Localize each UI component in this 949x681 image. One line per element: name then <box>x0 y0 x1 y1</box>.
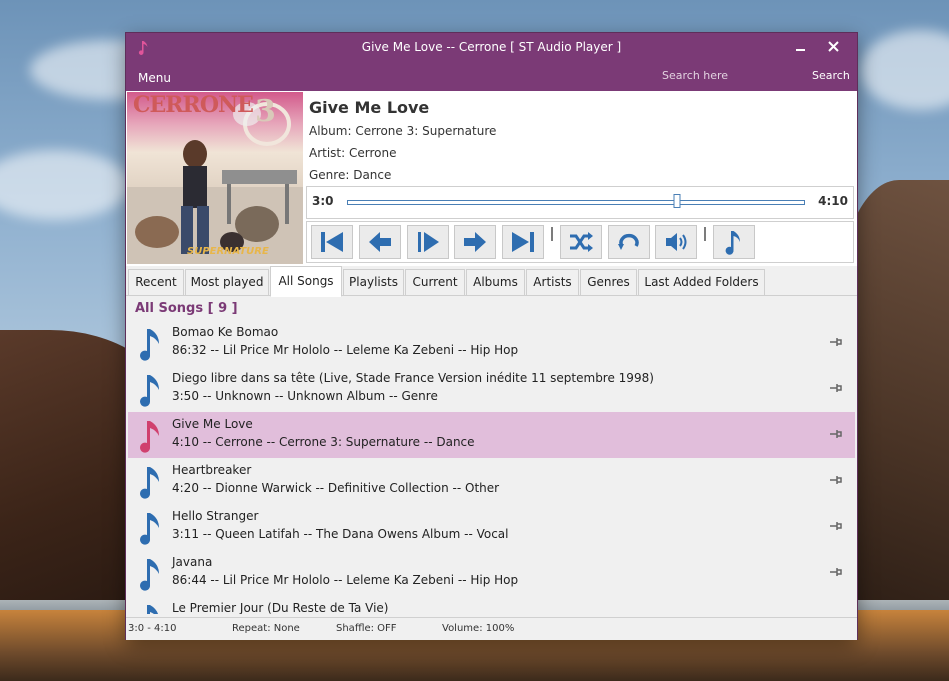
seek-bar[interactable] <box>347 200 805 205</box>
music-note-icon <box>725 231 740 255</box>
shuffle-icon <box>570 232 593 252</box>
tab-bar: Recent Most played All Songs Playlists C… <box>126 266 857 297</box>
tab-last-added-folders[interactable]: Last Added Folders <box>638 269 765 296</box>
pin-icon[interactable] <box>829 335 843 349</box>
repeat-button[interactable] <box>608 225 650 259</box>
arrow-left-icon <box>369 232 391 252</box>
music-note-icon <box>140 467 159 499</box>
elapsed-time: 3:0 <box>312 194 334 208</box>
status-position: 3:0 - 4:10 <box>128 623 177 634</box>
song-row[interactable]: Heartbreaker 4:20 -- Dionne Warwick -- De… <box>128 458 855 504</box>
album-art-number: 3 <box>255 94 276 129</box>
song-title: Heartbreaker <box>172 463 252 477</box>
pin-icon[interactable] <box>829 473 843 487</box>
menu-button[interactable]: Menu <box>138 71 171 85</box>
player-window: Give Me Love -- Cerrone [ ST Audio Playe… <box>126 33 857 640</box>
song-row[interactable]: Bomao Ke Bomao 86:32 -- Lil Price Mr Holo… <box>128 320 855 366</box>
song-row[interactable]: Javana 86:44 -- Lil Price Mr Hololo -- Le… <box>128 550 855 596</box>
song-title: Give Me Love <box>309 98 430 117</box>
tab-recent[interactable]: Recent <box>128 269 184 296</box>
song-list[interactable]: Bomao Ke Bomao 86:32 -- Lil Price Mr Holo… <box>128 320 855 614</box>
song-title: Give Me Love <box>172 417 253 431</box>
song-title: Bomao Ke Bomao <box>172 325 279 339</box>
music-note-icon <box>147 605 158 614</box>
song-title: Hello Stranger <box>172 509 259 523</box>
song-details: 3:50 -- Unknown -- Unknown Album -- Genr… <box>172 389 438 403</box>
separator <box>551 227 553 241</box>
search-button[interactable]: Search <box>812 69 850 82</box>
status-bar: 3:0 - 4:10 Repeat: None Shaffle: OFF Vol… <box>126 617 857 640</box>
pin-icon[interactable] <box>829 427 843 441</box>
music-note-icon <box>140 375 159 407</box>
music-note-icon <box>140 421 159 453</box>
window-title: Give Me Love -- Cerrone [ ST Audio Playe… <box>361 40 622 54</box>
speaker-icon <box>666 233 687 251</box>
song-title: Diego libre dans sa tête (Live, Stade Fr… <box>172 371 654 385</box>
song-row[interactable]: Hello Stranger 3:11 -- Queen Latifah -- T… <box>128 504 855 550</box>
shuffle-button[interactable] <box>560 225 602 259</box>
tab-albums[interactable]: Albums <box>466 269 525 296</box>
play-button[interactable] <box>407 225 449 259</box>
pin-icon[interactable] <box>829 565 843 579</box>
tab-playlists[interactable]: Playlists <box>343 269 404 296</box>
song-details: 4:20 -- Dionne Warwick -- Definitive Col… <box>172 481 500 495</box>
cloud <box>860 30 949 110</box>
tab-current[interactable]: Current <box>405 269 465 296</box>
song-title: Le Premier Jour (Du Reste de Ta Vie) <box>172 601 389 614</box>
tab-artists[interactable]: Artists <box>526 269 579 296</box>
artist-info: Artist: Cerrone <box>309 146 397 160</box>
status-shuffle: Shaffle: OFF <box>336 623 397 634</box>
play-icon <box>418 232 439 252</box>
pin-icon[interactable] <box>829 381 843 395</box>
arrow-right-icon <box>464 232 486 252</box>
title-bar[interactable]: Give Me Love -- Cerrone [ ST Audio Playe… <box>126 33 857 91</box>
album-art: CERRONE 3 SUPERNATURE <box>127 92 303 264</box>
progress-panel: 3:0 4:10 <box>306 186 854 219</box>
total-time: 4:10 <box>818 194 848 208</box>
album-art-subtitle: SUPERNATURE <box>187 246 269 257</box>
tab-most-played[interactable]: Most played <box>185 269 269 296</box>
cloud <box>0 150 130 220</box>
song-title: Javana <box>172 555 213 569</box>
music-note-icon <box>140 559 159 591</box>
status-repeat: Repeat: None <box>232 623 300 634</box>
close-button[interactable] <box>822 39 844 57</box>
skip-to-start-icon <box>321 232 343 252</box>
song-details: 86:44 -- Lil Price Mr Hololo -- Leleme K… <box>172 573 519 587</box>
skip-to-end-icon <box>512 232 534 252</box>
song-row[interactable]: Le Premier Jour (Du Reste de Ta Vie) <box>128 596 855 614</box>
first-track-button[interactable] <box>311 225 353 259</box>
list-header: All Songs [ 9 ] <box>135 301 238 316</box>
genre-info: Genre: Dance <box>309 168 392 182</box>
pin-icon[interactable] <box>829 519 843 533</box>
minimize-icon <box>796 49 805 51</box>
separator <box>704 227 706 241</box>
next-button[interactable] <box>454 225 496 259</box>
song-details: 86:32 -- Lil Price Mr Hololo -- Leleme K… <box>172 343 519 357</box>
previous-button[interactable] <box>359 225 401 259</box>
album-art-title: CERRONE <box>133 92 254 118</box>
status-volume: Volume: 100% <box>442 623 515 634</box>
repeat-icon <box>618 233 639 250</box>
volume-button[interactable] <box>655 225 697 259</box>
album-info: Album: Cerrone 3: Supernature <box>309 124 497 138</box>
tab-all-songs[interactable]: All Songs <box>270 266 342 297</box>
song-row[interactable]: Give Me Love 4:10 -- Cerrone -- Cerrone 3… <box>128 412 855 458</box>
tab-genres[interactable]: Genres <box>580 269 637 296</box>
minimize-button[interactable] <box>790 39 812 57</box>
last-track-button[interactable] <box>502 225 544 259</box>
song-details: 3:11 -- Queen Latifah -- The Dana Owens … <box>172 527 509 541</box>
music-note-icon <box>140 513 159 545</box>
search-input[interactable] <box>654 66 820 84</box>
seek-thumb[interactable] <box>673 194 681 208</box>
now-playing-panel: CERRONE 3 SUPERNATURE Give Me Love Album… <box>126 91 857 267</box>
song-details: 4:10 -- Cerrone -- Cerrone 3: Supernatur… <box>172 435 475 449</box>
music-note-icon <box>140 329 159 361</box>
song-row[interactable]: Diego libre dans sa tête (Live, Stade Fr… <box>128 366 855 412</box>
close-icon <box>827 41 839 52</box>
music-button[interactable] <box>713 225 755 259</box>
playback-controls <box>306 221 854 263</box>
